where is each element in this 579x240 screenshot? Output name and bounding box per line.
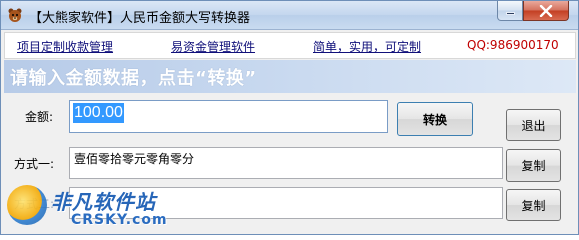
mode2-result-field[interactable] [69,187,503,219]
close-icon [539,4,553,17]
app-window: 【大熊家软件】人民币金额大写转换器 项目定制收款管理 易资金管理软件 简单，实用… [0,0,579,235]
link-bar: 项目定制收款管理 易资金管理软件 简单，实用，可定制 QQ:986900170 [4,32,576,59]
minimize-icon [505,12,515,15]
amount-label: 金额: [25,110,54,124]
minimize-button[interactable] [497,1,523,21]
mode1-result-field[interactable]: 壹佰零拾零元零角零分 [69,147,503,179]
link-project-management[interactable]: 项目定制收款管理 [17,38,113,55]
link-slogan[interactable]: 简单，实用，可定制 [313,38,421,55]
mode1-label: 方式一: [14,157,55,171]
copy-mode2-button[interactable]: 复制 [506,189,561,221]
exit-button[interactable]: 退出 [506,109,561,141]
link-easy-capital[interactable]: 易资金管理软件 [171,38,255,55]
amount-value: 100.00 [73,103,124,123]
close-button[interactable] [523,1,569,21]
convert-button[interactable]: 转换 [397,102,473,136]
instruction-banner: 请输入金额数据，点击“转换” [4,60,576,93]
amount-input[interactable]: 100.00 [69,100,388,133]
qq-contact: QQ:986900170 [467,38,559,52]
bear-icon [8,8,22,22]
copy-mode1-button[interactable]: 复制 [506,149,561,182]
banner-text: 请输入金额数据，点击“转换” [10,68,257,89]
window-title: 【大熊家软件】人民币金额大写转换器 [29,11,251,26]
mode2-label: 方式二: [14,197,55,211]
title-bar[interactable]: 【大熊家软件】人民币金额大写转换器 [1,1,578,30]
